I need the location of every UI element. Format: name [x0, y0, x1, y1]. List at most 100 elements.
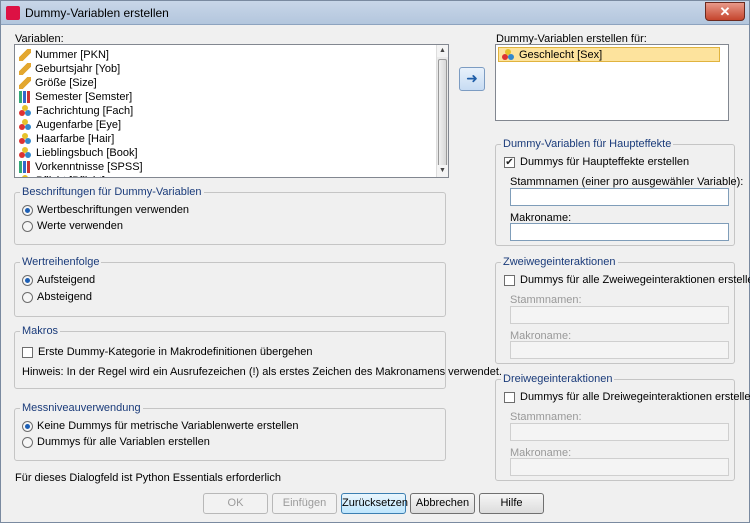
radio-dot — [22, 204, 33, 216]
scale-icon — [19, 49, 31, 61]
checkbox-label: Erste Dummy-Kategorie in Makrodefinition… — [38, 346, 313, 358]
zweiwege-title: Zweiwegeinteraktionen — [501, 256, 618, 268]
scroll-down-icon[interactable]: ▼ — [437, 165, 448, 177]
window-title: Dummy-Variablen erstellen — [25, 6, 169, 20]
list-item[interactable]: Semester [Semster] — [19, 90, 132, 104]
list-item-label: Vorkenntnisse [SPSS] — [35, 161, 143, 173]
list-item[interactable]: Haarfarbe [Hair] — [19, 132, 114, 146]
zweiwege-makroname-input — [510, 341, 729, 359]
checkbox-box — [504, 391, 515, 403]
radio-dot — [22, 291, 33, 303]
list-item-label: Lieblingsbuch [Book] — [36, 147, 138, 159]
messniveau-group: Messniveauverwendung Keine Dummys für me… — [14, 402, 446, 461]
nominal-icon — [19, 147, 32, 159]
checkbox-erste-dummy[interactable]: Erste Dummy-Kategorie in Makrodefinition… — [22, 346, 313, 358]
list-item[interactable]: Geschlecht [Sex] — [498, 47, 720, 62]
checkbox-box — [22, 346, 33, 358]
checkbox-dreiwege[interactable]: Dummys für alle Dreiwegeinteraktionen er… — [504, 391, 750, 403]
variables-listbox[interactable]: Nummer [PKN] Geburtsjahr [Yob] Größe [Size… — [14, 44, 449, 178]
list-item-label: Pflicht [Pflicht] — [36, 175, 105, 177]
radio-label: Dummys für alle Variablen erstellen — [37, 436, 210, 448]
scroll-thumb[interactable] — [438, 59, 447, 171]
makros-group: Makros Erste Dummy-Kategorie in Makrodef… — [14, 325, 502, 389]
list-item[interactable]: Vorkenntnisse [SPSS] — [19, 160, 143, 174]
wertreihenfolge-title: Wertreihenfolge — [20, 256, 102, 268]
beschriftungen-title: Beschriftungen für Dummy-Variablen — [20, 186, 204, 198]
list-item-label: Fachrichtung [Fach] — [36, 105, 134, 117]
einfuegen-button[interactable]: Einfügen — [272, 493, 337, 514]
check-icon: ✔ — [504, 156, 515, 168]
messniveau-title: Messniveauverwendung — [20, 402, 143, 414]
abbrechen-button[interactable]: Abbrechen — [410, 493, 475, 514]
makros-hint: Hinweis: In der Regel wird ein Ausrufeze… — [22, 366, 502, 378]
dreiwege-group: Dreiwegeinteraktionen Dummys für alle Dr… — [495, 373, 750, 481]
list-item-label: Haarfarbe [Hair] — [36, 133, 115, 145]
list-item[interactable]: Nummer [PKN] — [19, 48, 109, 62]
radio-label: Wertbeschriftungen verwenden — [37, 204, 190, 216]
haupteffekte-group: Dummy-Variablen für Haupteffekte ✔ Dummy… — [495, 138, 743, 246]
nominal-icon — [19, 175, 32, 177]
dreiwege-title: Dreiwegeinteraktionen — [501, 373, 615, 385]
radio-dot — [22, 220, 33, 232]
dreiwege-stammnamen-label: Stammnamen: — [510, 411, 582, 423]
radio-dot — [22, 420, 33, 432]
list-item-label: Geburtsjahr [Yob] — [35, 63, 121, 75]
radio-wertbeschriftungen[interactable]: Wertbeschriftungen verwenden — [22, 204, 189, 216]
nominal-icon — [19, 133, 32, 145]
ordinal-icon — [19, 91, 31, 103]
radio-label: Aufsteigend — [37, 274, 96, 286]
checkbox-label: Dummys für alle Zweiwegeinteraktionen er… — [520, 274, 750, 286]
app-icon — [6, 6, 20, 20]
ok-button[interactable]: OK — [203, 493, 268, 514]
dreiwege-stammnamen-input — [510, 423, 729, 441]
scale-icon — [19, 77, 31, 89]
makros-title: Makros — [20, 325, 61, 337]
list-item[interactable]: Pflicht [Pflicht] — [19, 174, 105, 177]
scale-icon — [19, 63, 31, 75]
zuruecksetzen-button[interactable]: Zurücksetzen — [341, 493, 408, 514]
list-item[interactable]: Augenfarbe [Eye] — [19, 118, 121, 132]
zweiwege-stammnamen-label: Stammnamen: — [510, 294, 582, 306]
checkbox-zweiwege[interactable]: Dummys für alle Zweiwegeinteraktionen er… — [504, 274, 750, 286]
title-bar: Dummy-Variablen erstellen ✕ — [1, 1, 749, 25]
nominal-icon — [502, 48, 515, 61]
radio-label: Werte verwenden — [37, 220, 124, 232]
nominal-icon — [19, 119, 32, 131]
variables-scrollbar[interactable]: ▲ ▼ — [436, 45, 448, 177]
scroll-up-icon[interactable]: ▲ — [437, 45, 448, 57]
stammnamen-label: Stammnamen (einer pro ausgewähler Variab… — [510, 176, 744, 188]
radio-dot — [22, 274, 33, 286]
radio-dot — [22, 436, 33, 448]
dreiwege-makroname-input — [510, 458, 729, 476]
dialog-window: Dummy-Variablen erstellen ✕ Variablen: N… — [0, 0, 750, 523]
zweiwege-group: Zweiwegeinteraktionen Dummys für alle Zw… — [495, 256, 750, 364]
radio-aufsteigend[interactable]: Aufsteigend — [22, 274, 95, 286]
radio-absteigend[interactable]: Absteigend — [22, 291, 92, 303]
radio-werte[interactable]: Werte verwenden — [22, 220, 123, 232]
list-item-label: Größe [Size] — [35, 77, 97, 89]
nominal-icon — [19, 105, 32, 117]
radio-label: Absteigend — [37, 291, 93, 303]
checkbox-haupteffekte[interactable]: ✔ Dummys für Haupteffekte erstellen — [504, 156, 689, 168]
list-item-label: Nummer [PKN] — [35, 49, 109, 61]
list-item[interactable]: Lieblingsbuch [Book] — [19, 146, 138, 160]
radio-keine-dummys[interactable]: Keine Dummys für metrische Variablenwert… — [22, 420, 298, 432]
list-item[interactable]: Fachrichtung [Fach] — [19, 104, 133, 118]
radio-label: Keine Dummys für metrische Variablenwert… — [37, 420, 299, 432]
wertreihenfolge-group: Wertreihenfolge Aufsteigend Absteigend — [14, 256, 446, 317]
python-note: Für dieses Dialogfeld ist Python Essenti… — [15, 472, 281, 484]
close-button[interactable]: ✕ — [705, 2, 745, 21]
beschriftungen-group: Beschriftungen für Dummy-Variablen Wertb… — [14, 186, 446, 245]
list-item[interactable]: Größe [Size] — [19, 76, 97, 90]
list-item-label: Semester [Semster] — [35, 91, 133, 103]
list-item[interactable]: Geburtsjahr [Yob] — [19, 62, 120, 76]
hilfe-button[interactable]: Hilfe — [479, 493, 544, 514]
radio-dummys-alle[interactable]: Dummys für alle Variablen erstellen — [22, 436, 210, 448]
target-listbox[interactable]: Geschlecht [Sex] — [495, 44, 729, 121]
list-item-label: Geschlecht [Sex] — [519, 48, 603, 61]
move-to-target-button[interactable]: ➜ — [459, 67, 485, 91]
checkbox-label: Dummys für alle Dreiwegeinteraktionen er… — [520, 391, 750, 403]
makroname-input[interactable] — [510, 223, 729, 241]
stammnamen-input[interactable] — [510, 188, 729, 206]
list-item-label: Augenfarbe [Eye] — [36, 119, 122, 131]
